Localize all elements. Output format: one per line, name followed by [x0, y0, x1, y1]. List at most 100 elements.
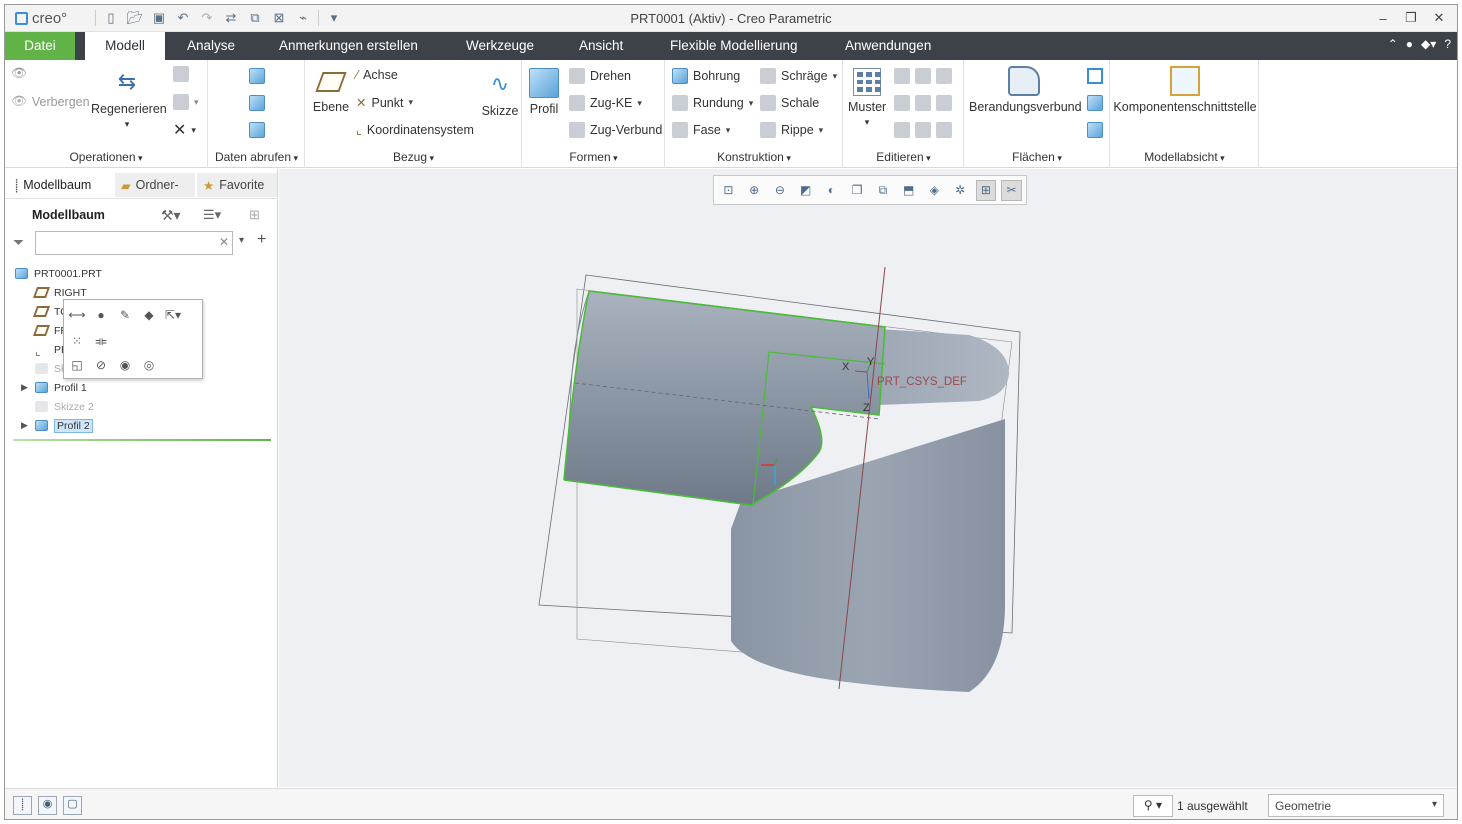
- undo-icon[interactable]: ↶: [174, 9, 192, 27]
- drehen-button[interactable]: Drehen: [569, 68, 631, 84]
- edit-references-icon[interactable]: ◆: [140, 306, 158, 324]
- fill-icon[interactable]: [1087, 68, 1103, 84]
- hide-icon[interactable]: ⊘: [92, 356, 110, 374]
- browser-toggle-icon[interactable]: ◉: [38, 796, 57, 815]
- tree-search-input[interactable]: [35, 231, 233, 255]
- tab-modellbaum[interactable]: ⸽ Modellbaum: [9, 173, 113, 197]
- customize-icon[interactable]: ⌁: [294, 9, 312, 27]
- group-label-operationen[interactable]: Operationen: [5, 150, 207, 164]
- group-label-formen[interactable]: Formen: [523, 150, 664, 164]
- profil-button[interactable]: Profil: [527, 68, 561, 116]
- collapse-ribbon-icon[interactable]: ⌃: [1388, 37, 1398, 51]
- achse-button[interactable]: ⁄ Achse: [356, 68, 398, 82]
- schale-button[interactable]: Schale: [760, 95, 819, 111]
- save-icon[interactable]: ▣: [150, 9, 168, 27]
- tab-analyse[interactable]: Analyse: [175, 32, 247, 60]
- komponentenschnittstelle-button[interactable]: Komponentenschnittstelle: [1113, 66, 1257, 114]
- tab-werkzeuge[interactable]: Werkzeuge: [454, 32, 546, 60]
- add-icon[interactable]: +: [257, 231, 266, 249]
- muster-button[interactable]: Muster ▾: [848, 68, 886, 128]
- tab-ansicht[interactable]: Ansicht: [567, 32, 635, 60]
- rundung-button[interactable]: Rundung: [672, 95, 753, 111]
- search-dropdown-icon[interactable]: ▾: [239, 235, 244, 246]
- rippe-button[interactable]: Rippe: [760, 122, 823, 138]
- expand-icon[interactable]: ▶: [21, 382, 28, 393]
- zug-verbund-button[interactable]: Zug-Verbund: [569, 122, 662, 138]
- freestyle-icon[interactable]: [1087, 122, 1103, 138]
- close-icon[interactable]: ✕: [1427, 8, 1451, 28]
- appearance-icon[interactable]: ●: [92, 306, 110, 324]
- top-face[interactable]: [879, 329, 1009, 405]
- punkt-button[interactable]: ✕ Punkt: [356, 95, 413, 111]
- settings-icon[interactable]: ⚒▾: [161, 207, 181, 224]
- group-label-editieren[interactable]: Editieren: [844, 150, 963, 164]
- open-folder-icon[interactable]: 📂︎: [126, 9, 144, 27]
- zug-ke-button[interactable]: Zug-KE: [569, 95, 642, 111]
- select-parent-icon[interactable]: ⇱▾: [164, 306, 182, 324]
- data-import-icon[interactable]: [249, 68, 265, 84]
- group-label-bezug[interactable]: Bezug: [306, 150, 521, 164]
- navigator-toggle-icon[interactable]: ⸽: [13, 796, 32, 815]
- fullscreen-icon[interactable]: ▢: [63, 796, 82, 815]
- copy-icon[interactable]: [173, 66, 189, 82]
- regenerate-icon[interactable]: ⇄: [222, 9, 240, 27]
- ebene-button[interactable]: Ebene: [310, 70, 352, 114]
- tree-filter-icon[interactable]: ⊞: [249, 207, 260, 223]
- suppress-icon[interactable]: ◱: [68, 356, 86, 374]
- schraege-button[interactable]: Schräge: [760, 68, 837, 84]
- skizze-button[interactable]: ∿ Skizze: [480, 68, 520, 118]
- data-sharing-icon[interactable]: [249, 95, 265, 111]
- group-label-flaechen[interactable]: Flächen: [965, 150, 1109, 164]
- tab-modell[interactable]: Modell: [85, 32, 165, 60]
- delete-icon[interactable]: ✕ ▾: [173, 120, 196, 140]
- verbergen-button[interactable]: 👁︎ Verbergen: [11, 94, 90, 109]
- windows-icon[interactable]: ⧉: [246, 9, 264, 27]
- learning-icon[interactable]: ◆▾: [1421, 37, 1436, 51]
- style-icon[interactable]: [1087, 95, 1103, 111]
- pattern-icon[interactable]: ⁙: [68, 332, 86, 350]
- tree-node-profil1[interactable]: Profil 1: [35, 378, 87, 397]
- tree-node-part[interactable]: PRT0001.PRT: [15, 264, 102, 283]
- regenerieren-button[interactable]: ⇆ Regenerieren ▾: [91, 66, 167, 130]
- edit-dimensions-icon[interactable]: ⟷: [68, 306, 86, 324]
- expand-icon[interactable]: ▶: [21, 420, 28, 431]
- group-label-konstruktion[interactable]: Konstruktion: [666, 150, 842, 164]
- bohrung-button[interactable]: Bohrung: [672, 68, 740, 84]
- paste-icon[interactable]: ▾: [173, 94, 199, 110]
- tab-datei[interactable]: Datei: [5, 32, 75, 60]
- redo-icon[interactable]: ↷: [198, 9, 216, 27]
- tree-node-sketch1[interactable]: Sk: [35, 359, 66, 378]
- tab-favoriten[interactable]: ★ Favorite: [197, 173, 277, 197]
- merge-icon[interactable]: [894, 95, 952, 111]
- tree-node-profil2[interactable]: Profil 2: [35, 416, 93, 435]
- selection-filter[interactable]: Geometrie: [1268, 794, 1444, 817]
- close-window-icon[interactable]: ⊠: [270, 9, 288, 27]
- group-label-modellabsicht[interactable]: Modellabsicht: [1111, 150, 1258, 164]
- koordinatensystem-button[interactable]: ⌞ Koordinatensystem: [356, 122, 474, 138]
- new-file-icon[interactable]: ▯: [102, 9, 120, 27]
- tab-anwendungen[interactable]: Anwendungen: [833, 32, 943, 60]
- community-icon[interactable]: ●: [1406, 37, 1413, 51]
- show-icon[interactable]: ◉: [116, 356, 134, 374]
- mirror-icon[interactable]: ⟚: [92, 332, 110, 350]
- fase-button[interactable]: Fase: [672, 122, 730, 138]
- tree-node-skizze2[interactable]: Skizze 2: [35, 397, 94, 416]
- minimize-icon[interactable]: –: [1371, 8, 1395, 28]
- maximize-icon[interactable]: ❐: [1399, 8, 1423, 28]
- tab-flexible-modellierung[interactable]: Flexible Modellierung: [658, 32, 810, 60]
- clear-icon[interactable]: ✕: [219, 235, 229, 249]
- edit-definition-icon[interactable]: ✎: [116, 306, 134, 324]
- find-icon[interactable]: ⚲ ▾: [1133, 795, 1173, 817]
- tab-anmerkungen[interactable]: Anmerkungen erstellen: [267, 32, 430, 60]
- show-icon[interactable]: ☰▾: [203, 207, 221, 223]
- eye-icon[interactable]: 👁︎: [11, 66, 27, 81]
- insert-indicator[interactable]: [13, 439, 271, 441]
- mirror-icon[interactable]: [894, 68, 952, 84]
- help-icon[interactable]: ?: [1444, 37, 1451, 51]
- trim-icon[interactable]: [894, 122, 952, 138]
- group-label-daten[interactable]: Daten abrufen: [209, 150, 304, 164]
- berandungsverbund-button[interactable]: Berandungsverbund: [969, 66, 1082, 114]
- hide-all-icon[interactable]: ◎: [140, 356, 158, 374]
- data-copy-icon[interactable]: [249, 122, 265, 138]
- graphics-area[interactable]: ⊡ ⊕ ⊖ ◩ ◐ ❒ ⧉ ⬒ ◈ ✲ ⊞ ✂ X Y Z PRT_CSYS_D…: [279, 169, 1457, 787]
